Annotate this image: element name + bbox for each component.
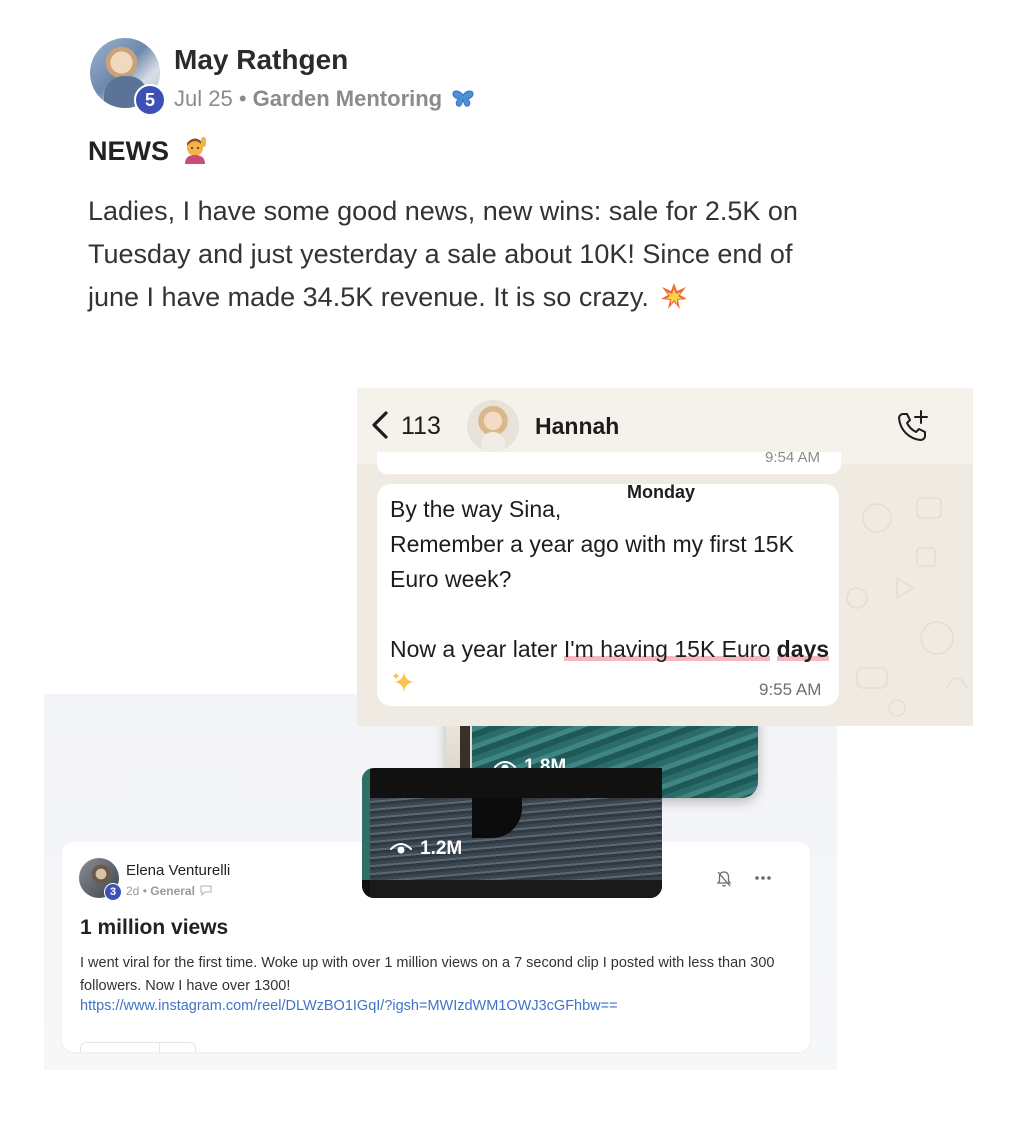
butterfly-icon	[452, 90, 474, 107]
group-name[interactable]: Garden Mentoring	[253, 86, 442, 111]
bold-message-text: days	[776, 636, 830, 662]
message-space	[770, 636, 776, 662]
person-raising-hand-icon	[184, 137, 206, 164]
level-badge: 5	[134, 84, 166, 116]
post-title: NEWS	[88, 136, 209, 167]
post-time[interactable]: 2d	[126, 884, 139, 898]
post-body: I went viral for the first time. Woke up…	[80, 955, 775, 994]
underlined-message-text: I'm having 15K Euro	[563, 636, 771, 662]
contact-avatar[interactable]	[467, 400, 519, 452]
chevron-left-icon[interactable]	[369, 410, 391, 440]
instagram-link[interactable]: https://www.instagram.com/reel/DLWzBO1IG…	[80, 998, 618, 1014]
group-name[interactable]: General	[150, 884, 195, 898]
chat-screenshot: 113 Hannah 9:54 AM Monday By the way Sin…	[357, 388, 973, 726]
post-body: Ladies, I have some good news, new wins:…	[88, 190, 808, 319]
bell-off-icon[interactable]	[716, 870, 732, 888]
reaction-buttons[interactable]	[80, 1042, 196, 1053]
video-thumbnail[interactable]: 1.2M	[362, 768, 662, 898]
author-name[interactable]: May Rathgen	[174, 44, 348, 76]
author-name[interactable]: Elena Venturelli	[126, 862, 230, 879]
eye-icon	[390, 843, 412, 854]
post-meta: Jul 25 • Garden Mentoring	[174, 86, 474, 112]
video-bottom-bar	[370, 880, 662, 898]
collision-icon	[661, 283, 688, 309]
more-options-icon[interactable]	[754, 875, 772, 881]
message-time: 9:55 AM	[759, 680, 822, 699]
post-meta: 2d • General	[126, 884, 212, 898]
video-edge	[362, 768, 370, 880]
view-count: 1.2M	[390, 838, 462, 860]
comment-icon	[200, 885, 212, 896]
highlighted-revenue: 34.5K revenue.	[302, 282, 486, 312]
post-date[interactable]: Jul 25	[174, 86, 233, 111]
message-text: By the way Sina, Remember a year ago wit…	[390, 492, 830, 702]
back-unread-count[interactable]: 113	[401, 412, 441, 441]
post-title-text: NEWS	[88, 136, 169, 166]
post-may-rathgen: 5 May Rathgen Jul 25 • Garden Mentoring …	[0, 0, 1018, 380]
post-body-text-end: It is so crazy.	[485, 282, 649, 312]
contact-name[interactable]: Hannah	[535, 413, 619, 440]
level-badge: 3	[104, 883, 122, 901]
post-title: 1 million views	[80, 916, 229, 939]
view-count-value: 1.2M	[420, 838, 463, 859]
sparkles-icon	[392, 672, 414, 692]
meta-separator: •	[238, 86, 247, 111]
previous-message-time: 9:54 AM	[765, 452, 821, 462]
meta-separator: •	[142, 884, 147, 898]
add-call-icon[interactable]	[895, 408, 931, 444]
